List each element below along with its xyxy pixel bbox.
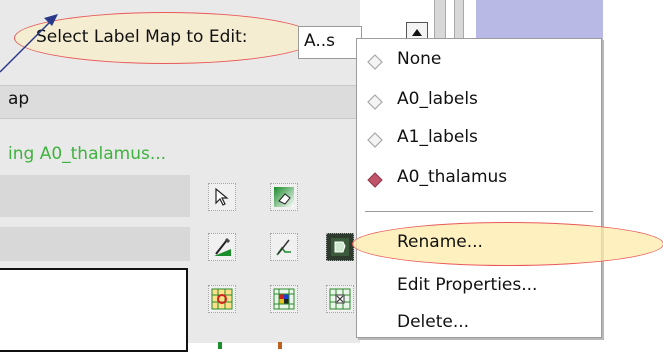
radio-diamond-icon — [367, 94, 383, 110]
menu-option-label: A1_labels — [397, 127, 478, 147]
menu-option-a1-labels[interactable]: A1_labels — [357, 121, 601, 157]
radio-diamond-icon — [367, 132, 383, 148]
radio-diamond-selected-icon — [367, 172, 383, 188]
callout-line-icon — [0, 15, 57, 73]
menu-option-none[interactable]: None — [357, 43, 601, 79]
menu-option-a0-labels[interactable]: A0_labels — [357, 83, 601, 119]
menu-option-label: A0_labels — [397, 89, 478, 109]
menu-option-label: A0_thalamus — [397, 167, 508, 187]
menu-action-label: Delete... — [397, 312, 470, 332]
menu-action-rename[interactable]: Rename... — [397, 232, 483, 252]
menu-option-label: None — [397, 49, 442, 69]
radio-diamond-icon — [367, 54, 383, 70]
callout-arrowhead-icon — [44, 14, 58, 26]
menu-action-edit-properties[interactable]: Edit Properties... — [357, 269, 601, 305]
label-map-dropdown-menu: None A0_labels A1_labels A0_thalamus Edi… — [356, 38, 602, 338]
menu-action-delete[interactable]: Delete... — [357, 306, 601, 342]
menu-option-a0-thalamus[interactable]: A0_thalamus — [357, 161, 601, 197]
menu-action-label: Edit Properties... — [397, 275, 538, 295]
menu-separator — [365, 211, 593, 212]
